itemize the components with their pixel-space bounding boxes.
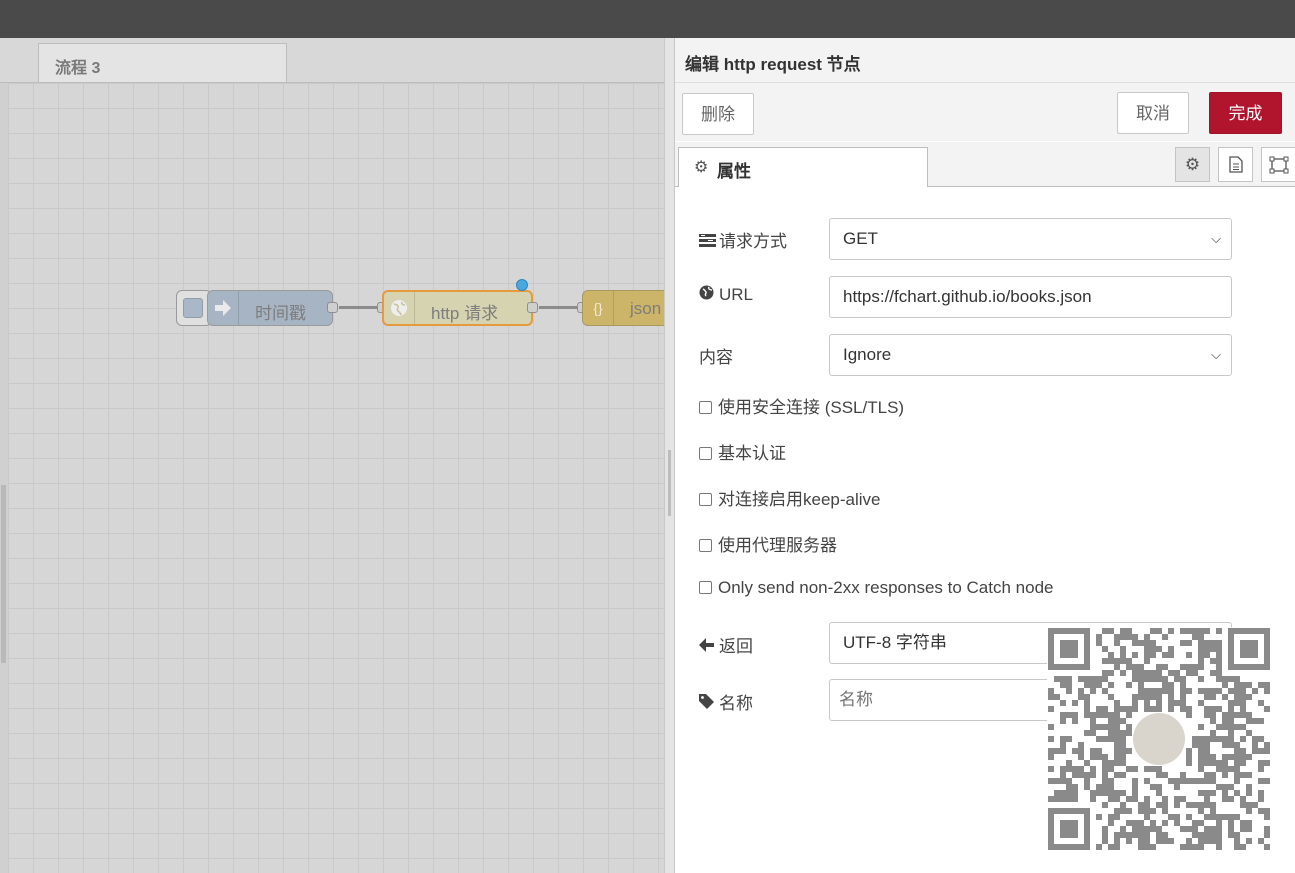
return-value: UTF-8 字符串 — [843, 633, 947, 652]
workspace-tabs: 流程 3 — [0, 38, 664, 83]
auth-checkbox-row[interactable]: 基本认证 — [699, 439, 786, 464]
splitter-grip[interactable] — [668, 450, 671, 516]
name-label: 名称 — [719, 694, 753, 713]
json-node-label: json — [630, 299, 662, 318]
cancel-button[interactable]: 取消 — [1117, 92, 1189, 134]
inject-node-label: 时间戳 — [255, 304, 306, 323]
proxy-label: 使用代理服务器 — [718, 536, 837, 555]
non2xx-checkbox[interactable] — [699, 581, 712, 594]
palette-scrollbar[interactable] — [1, 485, 6, 663]
url-label: URL — [719, 285, 754, 304]
tray-header: 编辑 http request 节点 — [675, 38, 1295, 83]
method-value: GET — [843, 229, 878, 248]
workspace: 流程 3 时间戳 http 请求 {} json — [0, 38, 664, 873]
proxy-checkbox[interactable] — [699, 539, 712, 552]
http-request-node[interactable]: http 请求 — [382, 290, 533, 326]
inject-output-port[interactable] — [327, 302, 338, 313]
tab-flow-3[interactable]: 流程 3 — [38, 43, 287, 82]
inject-node[interactable]: 时间戳 — [207, 290, 333, 326]
keepalive-checkbox-row[interactable]: 对连接启用keep-alive — [699, 485, 881, 510]
tag-icon — [699, 694, 719, 713]
globe-icon — [384, 292, 415, 324]
payload-value: Ignore — [843, 345, 892, 364]
appearance-tab-frame-icon[interactable] — [1261, 147, 1295, 182]
keepalive-checkbox[interactable] — [699, 493, 712, 506]
qr-code-image — [1047, 627, 1271, 851]
non2xx-label: Only send non-2xx responses to Catch nod… — [718, 578, 1054, 597]
payload-label: 内容 — [699, 348, 733, 367]
gear-icon: ⚙ — [694, 159, 709, 176]
http-node-label: http 请求 — [431, 304, 499, 323]
tray-toolbar: 删除 取消 完成 — [675, 83, 1295, 141]
node-changed-indicator — [516, 279, 528, 291]
return-label: 返回 — [719, 637, 753, 656]
return-label-row: 返回 — [699, 632, 753, 657]
tab-properties-label: 属性 — [717, 162, 751, 181]
tasks-icon — [699, 234, 719, 251]
proxy-checkbox-row[interactable]: 使用代理服务器 — [699, 531, 837, 556]
tray-tabs: ⚙ 属性 ⚙ — [675, 142, 1295, 187]
tls-checkbox-row[interactable]: 使用安全连接 (SSL/TLS) — [699, 393, 904, 418]
done-button[interactable]: 完成 — [1209, 92, 1282, 134]
delete-button[interactable]: 删除 — [682, 93, 754, 135]
qr-code-graphic — [1048, 628, 1270, 850]
flow-canvas[interactable] — [8, 83, 664, 873]
json-node[interactable]: {} json — [582, 290, 664, 326]
tls-checkbox[interactable] — [699, 401, 712, 414]
auth-checkbox[interactable] — [699, 447, 712, 460]
name-label-row: 名称 — [699, 689, 753, 714]
non2xx-checkbox-row[interactable]: Only send non-2xx responses to Catch nod… — [699, 578, 1053, 598]
method-label: 请求方式 — [719, 232, 787, 251]
keepalive-label: 对连接启用keep-alive — [718, 490, 881, 509]
wire-inject-http[interactable] — [339, 306, 381, 309]
method-select[interactable]: GET ⌵ — [829, 218, 1232, 260]
http-output-port[interactable] — [527, 302, 538, 313]
method-label-row: 请求方式 — [699, 227, 787, 252]
app-header — [0, 0, 1295, 38]
settings-tab-gear-icon[interactable]: ⚙ — [1175, 147, 1210, 182]
arrow-left-icon — [699, 638, 719, 656]
payload-label-row: 内容 — [699, 343, 733, 368]
url-value: https://fchart.github.io/books.json — [843, 287, 1092, 306]
auth-label: 基本认证 — [718, 444, 786, 463]
description-tab-document-icon[interactable] — [1218, 147, 1253, 182]
braces-icon: {} — [583, 291, 614, 325]
chevron-down-icon: ⌵ — [1211, 347, 1221, 362]
tab-properties[interactable]: ⚙ 属性 — [678, 147, 928, 187]
tls-label: 使用安全连接 (SSL/TLS) — [718, 398, 905, 417]
flow-tab-label: 流程 3 — [55, 60, 101, 77]
tray-title: 编辑 http request 节点 — [685, 55, 861, 74]
globe-icon — [699, 285, 719, 304]
url-input[interactable]: https://fchart.github.io/books.json — [829, 276, 1232, 318]
wire-http-json[interactable] — [539, 306, 581, 309]
payload-select[interactable]: Ignore ⌵ — [829, 334, 1232, 376]
arrow-right-icon — [208, 291, 239, 325]
chevron-down-icon: ⌵ — [1211, 231, 1221, 246]
url-label-row: URL — [699, 285, 753, 305]
sidebar-splitter[interactable] — [664, 38, 675, 873]
